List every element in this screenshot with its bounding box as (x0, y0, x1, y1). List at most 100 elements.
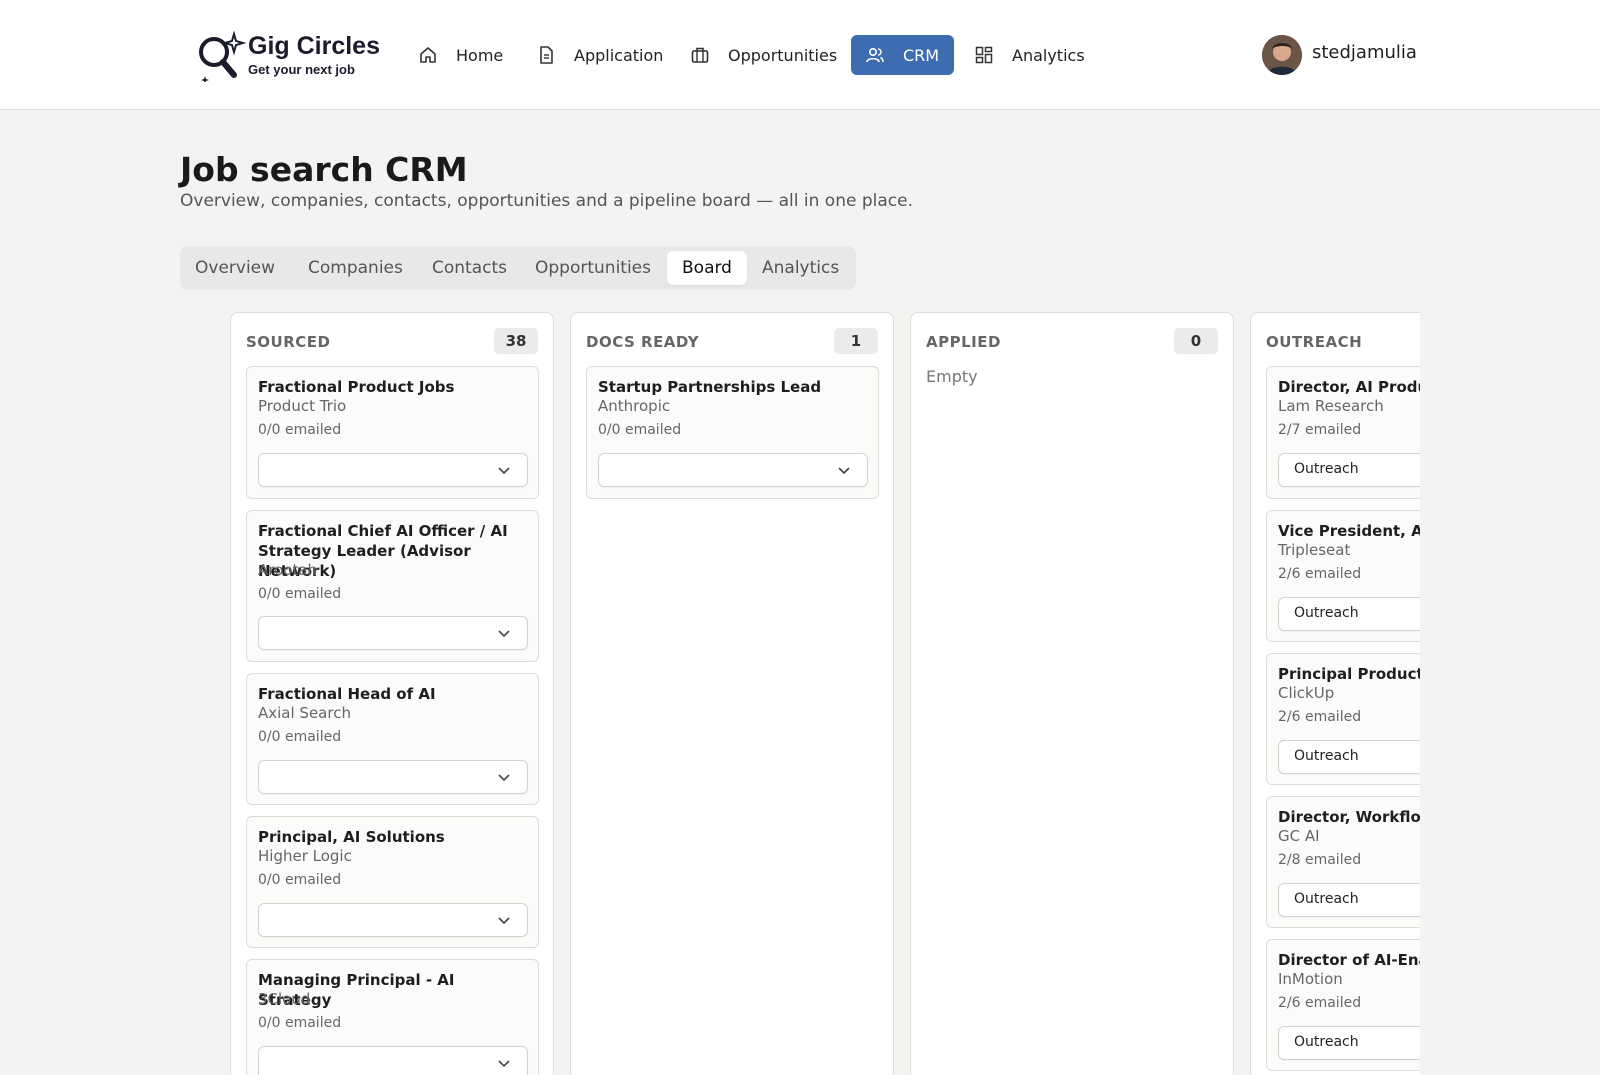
card-company: Arootah (258, 561, 318, 579)
opportunity-card[interactable]: Fractional Head of AI Axial Search 0/0 e… (246, 673, 539, 805)
card-company: Lam Research (1278, 397, 1384, 415)
nav-analytics-label: Analytics (1012, 45, 1085, 65)
pipeline-board: SOURCED 38 Fractional Product Jobs Produ… (230, 312, 1420, 1075)
card-title: Fractional Head of AI (258, 685, 436, 703)
stage-select[interactable]: Outreach (1278, 453, 1420, 487)
column-count-badge: 38 (494, 328, 538, 354)
opportunity-card[interactable]: Fractional Chief AI Officer / AI Strateg… (246, 510, 539, 662)
top-navigation-bar: Gig Circles Get your next job Home Appli… (0, 0, 1600, 110)
card-emailed-count: 2/8 emailed (1278, 852, 1362, 868)
tab-contacts[interactable]: Contacts (417, 251, 522, 285)
nav-opportunities-label: Opportunities (728, 45, 838, 65)
tab-overview[interactable]: Overview (180, 251, 290, 285)
opportunity-card[interactable]: Fractional Product Jobs Product Trio 0/0… (246, 366, 539, 499)
opportunity-card[interactable]: Startup Partnerships Lead Anthropic 0/0 … (586, 366, 879, 499)
stage-select[interactable] (258, 903, 528, 937)
card-title: Vice President, AI Pr (1278, 522, 1420, 540)
crm-tabs: Overview Companies Contacts Opportunitie… (180, 246, 856, 290)
card-company: Higher Logic (258, 847, 352, 865)
card-company: Tripleseat (1278, 541, 1351, 559)
stage-select[interactable] (258, 616, 528, 650)
nav-crm[interactable]: CRM (851, 35, 954, 75)
nav-opportunities[interactable]: Opportunities (676, 35, 851, 75)
card-title: Startup Partnerships Lead (598, 378, 822, 396)
opportunity-card[interactable]: Vice President, AI Pr Tripleseat 2/6 ema… (1266, 510, 1420, 642)
nav-application[interactable]: Application (522, 35, 677, 75)
column-docs-ready: DOCS READY 1 Startup Partnerships Lead A… (570, 312, 894, 1075)
card-emailed-count: 0/0 emailed (258, 729, 342, 745)
column-title: SOURCED (246, 333, 331, 351)
card-emailed-count: 0/0 emailed (258, 1015, 342, 1031)
column-title: APPLIED (926, 333, 1001, 351)
stage-select-value: Outreach (1294, 461, 1359, 477)
app-logo[interactable]: Gig Circles Get your next job (194, 28, 394, 84)
home-icon (418, 45, 438, 65)
card-emailed-count: 0/0 emailed (258, 422, 342, 438)
opportunity-card[interactable]: Director of AI-Enabl InMotion 2/6 emaile… (1266, 939, 1420, 1071)
card-emailed-count: 2/6 emailed (1278, 566, 1362, 582)
column-title: DOCS READY (586, 333, 700, 351)
nav-analytics[interactable]: Analytics (960, 35, 1099, 75)
stage-select-value: Outreach (1294, 1034, 1359, 1050)
nav-application-label: Application (574, 45, 664, 65)
users-icon (865, 45, 885, 65)
nav-crm-label: CRM (903, 45, 940, 65)
card-company: ClickUp (1278, 684, 1335, 702)
app-subtitle: Get your next job (248, 62, 355, 77)
magnifier-sparkle-icon (194, 30, 247, 84)
card-emailed-count: 0/0 emailed (258, 872, 342, 888)
card-company: GC AI (1278, 827, 1320, 845)
card-title: Director, Workflow S (1278, 808, 1420, 826)
card-title: Director of AI-Enabl (1278, 951, 1420, 969)
chevron-down-icon (497, 770, 511, 784)
column-title: OUTREACH (1266, 333, 1363, 351)
stage-select[interactable]: Outreach (1278, 1026, 1420, 1060)
card-title: Director, AI Product (1278, 378, 1420, 396)
stage-select-value: Outreach (1294, 748, 1359, 764)
stage-select[interactable] (598, 453, 868, 487)
column-applied: APPLIED 0 Empty (910, 312, 1234, 1075)
briefcase-icon (690, 45, 710, 65)
column-outreach: OUTREACH Director, AI Product Lam Resear… (1250, 312, 1420, 1075)
chevron-down-icon (497, 463, 511, 477)
stage-select[interactable]: Outreach (1278, 883, 1420, 917)
column-count-badge: 0 (1174, 328, 1218, 354)
app-title: Gig Circles (248, 32, 380, 60)
chevron-down-icon (497, 626, 511, 640)
tab-board[interactable]: Board (667, 251, 747, 285)
stage-select[interactable] (258, 1046, 528, 1075)
card-company: Anthropic (598, 397, 671, 415)
document-icon (536, 45, 556, 65)
nav-home[interactable]: Home (404, 35, 517, 75)
card-emailed-count: 2/6 emailed (1278, 995, 1362, 1011)
card-title: Principal Product M (1278, 665, 1420, 683)
column-sourced: SOURCED 38 Fractional Product Jobs Produ… (230, 312, 554, 1075)
tab-analytics[interactable]: Analytics (747, 251, 854, 285)
card-emailed-count: 0/0 emailed (258, 586, 342, 602)
card-company: Product Trio (258, 397, 347, 415)
column-count-badge: 1 (834, 328, 878, 354)
card-emailed-count: 2/7 emailed (1278, 422, 1362, 438)
card-company: InMotion (1278, 970, 1343, 988)
tab-companies[interactable]: Companies (293, 251, 418, 285)
card-company: 3Cloud (258, 990, 311, 1008)
stage-select[interactable]: Outreach (1278, 740, 1420, 774)
opportunity-card[interactable]: Managing Principal - AI Strategy 3Cloud … (246, 959, 539, 1075)
stage-select[interactable]: Outreach (1278, 597, 1420, 631)
opportunity-card[interactable]: Principal, AI Solutions Higher Logic 0/0… (246, 816, 539, 948)
card-emailed-count: 2/6 emailed (1278, 709, 1362, 725)
opportunity-card[interactable]: Principal Product M ClickUp 2/6 emailed … (1266, 653, 1420, 785)
username[interactable]: stedjamulia (1312, 42, 1417, 63)
chevron-down-icon (497, 1056, 511, 1070)
user-avatar[interactable] (1262, 35, 1302, 75)
tab-opportunities[interactable]: Opportunities (520, 251, 666, 285)
stage-select[interactable] (258, 453, 528, 487)
card-title: Principal, AI Solutions (258, 828, 445, 846)
chevron-down-icon (497, 913, 511, 927)
stage-select[interactable] (258, 760, 528, 794)
card-company: Axial Search (258, 704, 351, 722)
opportunity-card[interactable]: Director, Workflow S GC AI 2/8 emailed O… (1266, 796, 1420, 928)
opportunity-card[interactable]: Director, AI Product Lam Research 2/7 em… (1266, 366, 1420, 499)
grid-icon (974, 45, 994, 65)
stage-select-value: Outreach (1294, 605, 1359, 621)
